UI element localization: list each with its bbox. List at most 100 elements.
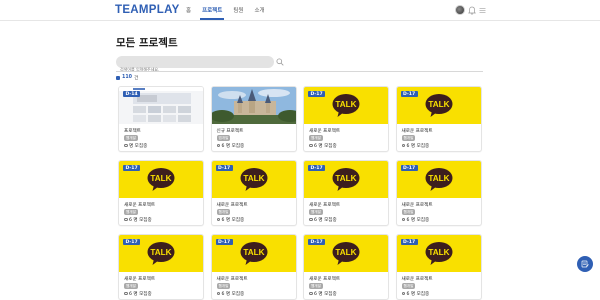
edit-icon — [581, 260, 589, 268]
header-actions — [455, 5, 486, 15]
recruit-status: 명 모집중 — [124, 143, 147, 149]
recruit-text: 6 명 모집중 — [406, 217, 430, 223]
recruit-text: 6 명 모집중 — [314, 217, 337, 223]
card-thumbnail: TALK D-17 — [396, 235, 481, 272]
category-tag: 웹개발 — [309, 283, 323, 289]
category-tag: 웹개발 — [216, 209, 231, 215]
svg-text:TALK: TALK — [428, 248, 449, 257]
project-card[interactable]: 신규 프로젝트 앱개발 6 명 모집중 — [210, 86, 297, 152]
card-title: 새로운 프로젝트 — [401, 129, 433, 134]
dday-badge: D-17 — [308, 239, 326, 245]
talk-logo: TALK — [147, 168, 175, 192]
nav-home[interactable]: 홈 — [186, 6, 191, 14]
category-tag: 웹개발 — [309, 209, 323, 215]
recruit-status: 6 명 모집중 — [309, 291, 337, 297]
person-icon — [216, 217, 220, 222]
write-button[interactable] — [577, 256, 593, 272]
card-thumbnail: TALK D-17 — [304, 87, 388, 124]
recruit-text: 명 모집중 — [129, 143, 148, 149]
nav-about[interactable]: 소개 — [254, 6, 264, 14]
recruit-status: 6 명 모집중 — [216, 143, 244, 149]
dday-badge: D-17 — [308, 165, 326, 171]
recruit-status: 6 명 모집중 — [401, 217, 430, 223]
project-card[interactable]: D-14 프로젝트 웹개발 명 모집중 — [118, 86, 204, 152]
dday-badge: D-17 — [215, 239, 233, 245]
dday-badge: D-17 — [215, 165, 233, 171]
person-icon — [216, 143, 220, 148]
card-thumbnail: TALK D-17 — [304, 161, 388, 198]
talk-logo: TALK — [332, 94, 360, 118]
category-tag: 웹개발 — [309, 135, 323, 141]
recruit-status: 6 명 모집중 — [309, 143, 337, 149]
recruit-status: 6 명 모집중 — [401, 291, 430, 297]
svg-text:TALK: TALK — [428, 174, 449, 183]
project-card[interactable]: TALK D-17 새로운 프로젝트 웹개발 6 명 모집중 — [303, 234, 389, 300]
project-card[interactable]: TALK D-17 새로운 프로젝트 웹개발 6 명 모집중 — [395, 86, 482, 152]
person-icon — [309, 143, 313, 148]
recruit-status: 6 명 모집중 — [216, 217, 245, 223]
project-card[interactable]: TALK D-17 새로운 프로젝트 웹개발 6 명 모집중 — [118, 160, 204, 226]
result-count: 110 건 — [116, 74, 138, 81]
card-title: 새로운 프로젝트 — [124, 203, 156, 208]
svg-text:TALK: TALK — [335, 248, 356, 257]
nav-members[interactable]: 팀원 — [233, 6, 243, 14]
category-tag: 웹개발 — [124, 283, 138, 289]
project-card[interactable]: TALK D-17 새로운 프로젝트 웹개발 6 명 모집중 — [210, 234, 297, 300]
recruit-text: 6 명 모집중 — [406, 143, 430, 149]
card-thumbnail: TALK D-17 — [119, 161, 203, 198]
project-grid: D-14 프로젝트 웹개발 명 모집중 신규 프로젝트 앱개발 6 명 모집중 — [118, 86, 482, 300]
person-icon — [124, 291, 128, 296]
card-thumbnail: TALK D-17 — [396, 87, 481, 124]
project-card[interactable]: TALK D-17 새로운 프로젝트 웹개발 6 명 모집중 — [303, 160, 389, 226]
person-icon — [401, 217, 405, 222]
recruit-text: 6 명 모집중 — [314, 291, 337, 297]
card-title: 새로운 프로젝트 — [401, 203, 433, 208]
category-tag: 웹개발 — [401, 135, 416, 141]
castle-photo — [211, 87, 296, 124]
recruit-text: 6 명 모집중 — [221, 291, 245, 297]
count-value: 110 — [122, 75, 133, 80]
talk-logo: TALK — [147, 242, 175, 266]
project-card[interactable]: TALK D-17 새로운 프로젝트 웹개발 6 명 모집중 — [395, 234, 482, 300]
recruit-text: 6 명 모집중 — [406, 291, 430, 297]
search-input[interactable] — [116, 63, 274, 76]
avatar[interactable] — [455, 5, 465, 15]
talk-logo: TALK — [240, 242, 267, 266]
card-thumbnail: TALK D-17 — [119, 235, 203, 272]
person-icon — [216, 291, 220, 296]
person-icon — [309, 217, 313, 222]
category-tag: 웹개발 — [401, 283, 416, 289]
recruit-text: 6 명 모집중 — [129, 217, 152, 223]
svg-text:TALK: TALK — [150, 174, 171, 183]
talk-logo: TALK — [240, 168, 267, 192]
dday-badge: D-17 — [308, 91, 326, 97]
recruit-text: 6 명 모집중 — [129, 291, 152, 297]
search-icon[interactable] — [276, 58, 284, 66]
category-tag: 웹개발 — [216, 283, 231, 289]
recruit-text: 6 명 모집중 — [221, 217, 245, 223]
recruit-text: 6 명 모집중 — [314, 143, 337, 149]
list-icon — [116, 75, 120, 80]
svg-text:TALK: TALK — [243, 248, 264, 257]
recruit-status: 6 명 모집중 — [124, 217, 152, 223]
bell-icon[interactable] — [468, 6, 476, 15]
recruit-status: 6 명 모집중 — [401, 143, 430, 149]
project-card[interactable]: TALK D-17 새로운 프로젝트 웹개발 6 명 모집중 — [118, 234, 204, 300]
card-thumbnail: TALK D-17 — [211, 235, 296, 272]
dday-badge: D-17 — [400, 91, 418, 97]
top-header: TEAMPLAY 홈 프로젝트 팀원 소개 — [0, 0, 600, 21]
dday-badge: D-17 — [400, 165, 418, 171]
card-thumbnail: TALK D-17 — [396, 161, 481, 198]
project-card[interactable]: TALK D-17 새로운 프로젝트 웹개발 6 명 모집중 — [303, 86, 389, 152]
project-card[interactable]: TALK D-17 새로운 프로젝트 웹개발 6 명 모집중 — [395, 160, 482, 226]
count-suffix: 건 — [134, 76, 139, 81]
person-icon — [309, 291, 313, 296]
menu-icon[interactable] — [479, 7, 486, 14]
dday-badge: D-17 — [123, 239, 141, 245]
nav-projects[interactable]: 프로젝트 — [200, 6, 225, 20]
project-card[interactable]: TALK D-17 새로운 프로젝트 웹개발 6 명 모집중 — [210, 160, 297, 226]
svg-text:TALK: TALK — [335, 174, 356, 183]
logo[interactable]: TEAMPLAY — [115, 4, 180, 16]
category-tag: 웹개발 — [124, 135, 138, 141]
talk-logo: TALK — [425, 94, 452, 118]
